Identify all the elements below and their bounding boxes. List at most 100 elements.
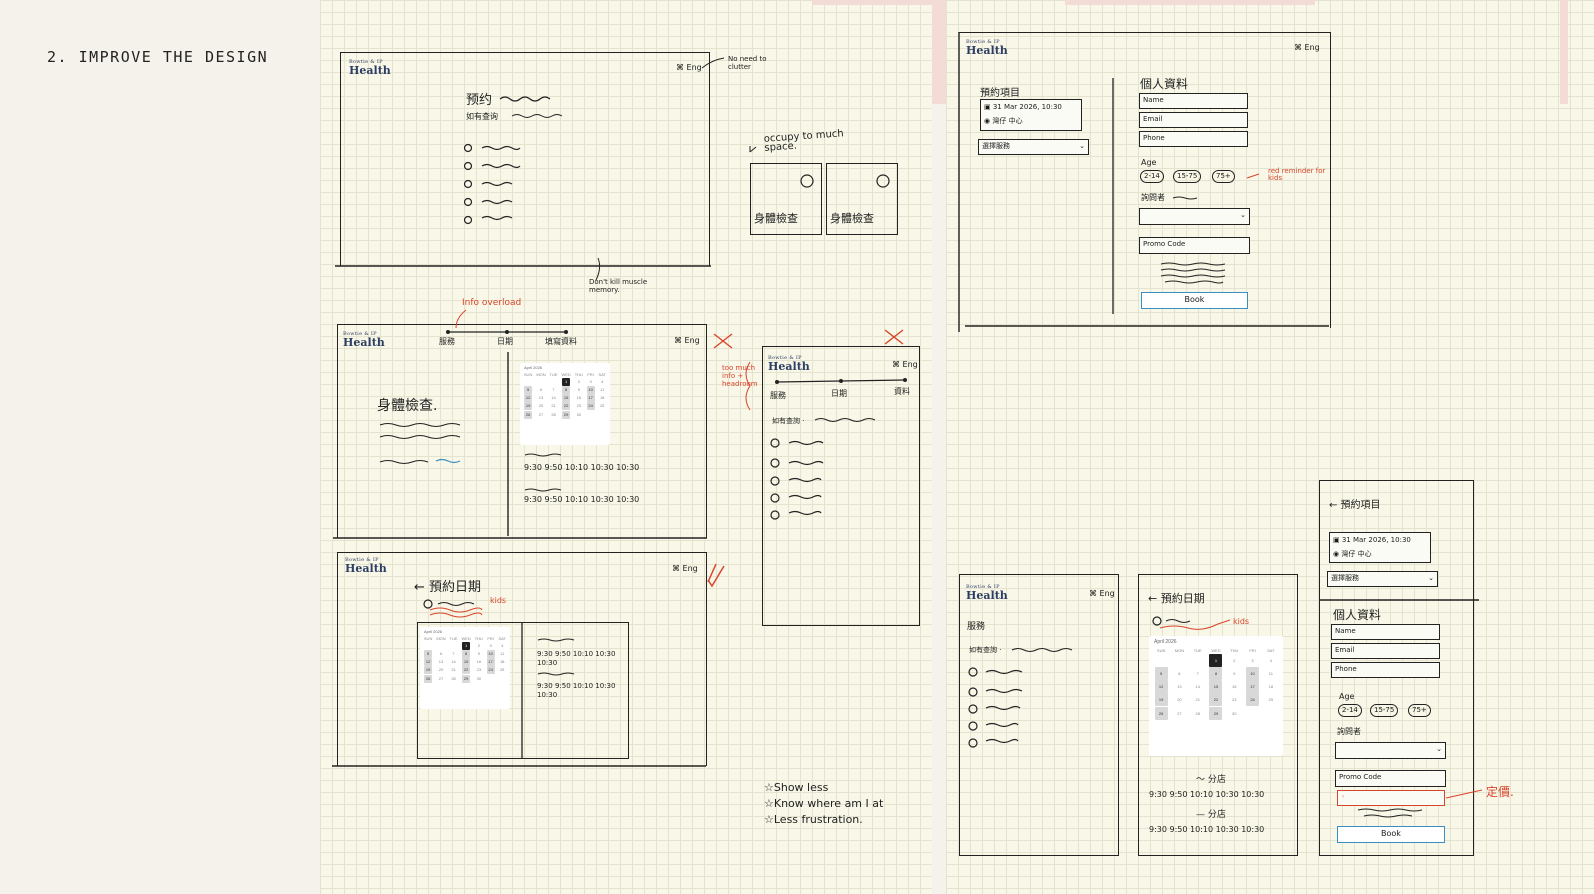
calendar-day[interactable]: 1 xyxy=(459,641,473,650)
calendar-day[interactable]: 15 xyxy=(559,394,573,402)
calendar-day[interactable]: 11 xyxy=(596,386,608,394)
promo-code-field[interactable]: Promo Code xyxy=(1139,237,1250,254)
calendar-day[interactable]: 7 xyxy=(1189,667,1207,680)
calendar-day[interactable]: 26 xyxy=(522,410,534,419)
calendar-day[interactable]: 18 xyxy=(496,658,508,666)
calendar-day[interactable]: 10 xyxy=(485,650,497,658)
calendar-day[interactable]: 29 xyxy=(559,410,573,419)
calendar-day[interactable]: 20 xyxy=(534,402,548,410)
calendar-day[interactable]: 22 xyxy=(1207,693,1225,706)
calendar-day[interactable]: 4 xyxy=(496,641,508,650)
calendar-day[interactable]: 28 xyxy=(548,410,560,419)
calendar-2[interactable]: April 2026 SUN MON TUE WED THU FRI SAT 1 2 3 4 5 6 7 8… xyxy=(520,363,610,445)
calendar-day[interactable]: 2 xyxy=(1225,653,1243,667)
calendar-day[interactable]: 15 xyxy=(459,658,473,666)
calendar-day[interactable]: 23 xyxy=(473,666,485,674)
calendar-day[interactable]: 14 xyxy=(548,394,560,402)
calendar-day[interactable]: 14 xyxy=(1189,680,1207,693)
calendar-day[interactable]: 12 xyxy=(522,394,534,402)
calendar-day[interactable]: 27 xyxy=(534,410,548,419)
calendar-day[interactable]: 4 xyxy=(596,377,608,386)
calendar-day[interactable]: 3 xyxy=(1243,653,1261,667)
phone-field[interactable]: Phone xyxy=(1139,131,1248,147)
calendar-day[interactable]: 12 xyxy=(422,658,434,666)
calendar-day[interactable]: 2 xyxy=(573,377,585,386)
calendar-day[interactable]: 26 xyxy=(422,674,434,683)
calendar-day[interactable]: 13 xyxy=(1170,680,1188,693)
calendar-day[interactable]: 29 xyxy=(459,674,473,683)
calendar-day[interactable]: 19 xyxy=(522,402,534,410)
calendar-day[interactable]: 6 xyxy=(1170,667,1188,680)
calendar-day[interactable]: 4 xyxy=(1262,653,1280,667)
mobile-3-book-button[interactable]: Book xyxy=(1337,826,1445,843)
calendar-day[interactable]: 6 xyxy=(434,650,448,658)
calendar-day[interactable]: 20 xyxy=(434,666,448,674)
calendar-day[interactable]: 19 xyxy=(422,666,434,674)
lang-switch[interactable]: ⌘ Eng xyxy=(676,63,702,72)
mobile-3-age-1[interactable]: 2-14 xyxy=(1338,704,1362,717)
name-field[interactable]: Name xyxy=(1139,93,1248,109)
lang-switch-desktop[interactable]: ⌘ Eng xyxy=(1294,43,1320,52)
calendar-3[interactable]: April 2026 SUN MON TUE WED THU FRI SAT 1 2 3 4 5 6 7 8… xyxy=(420,627,510,709)
calendar-day[interactable]: 16 xyxy=(1225,680,1243,693)
calendar-day[interactable]: 13 xyxy=(434,658,448,666)
calendar-day[interactable]: 14 xyxy=(448,658,460,666)
age-option-1[interactable]: 2-14 xyxy=(1140,170,1164,183)
calendar-day[interactable]: 22 xyxy=(459,666,473,674)
calendar-day[interactable]: 12 xyxy=(1152,680,1170,693)
calendar-day[interactable]: 18 xyxy=(1262,680,1280,693)
calendar-day[interactable]: 7 xyxy=(448,650,460,658)
mobile-3-email[interactable]: Email xyxy=(1331,643,1440,659)
calendar-day[interactable]: 2 xyxy=(473,641,485,650)
calendar-day[interactable]: 25 xyxy=(496,666,508,674)
calendar-day[interactable]: 21 xyxy=(548,402,560,410)
calendar-day[interactable]: 17 xyxy=(1243,680,1261,693)
calendar-day[interactable]: 24 xyxy=(1243,693,1261,706)
lang-switch-m1[interactable]: ⌘ Eng xyxy=(1089,589,1115,598)
calendar-day[interactable]: 21 xyxy=(448,666,460,674)
calendar-day[interactable]: 9 xyxy=(1225,667,1243,680)
calendar-day[interactable]: 24 xyxy=(485,666,497,674)
calendar-day[interactable]: 5 xyxy=(422,650,434,658)
email-field[interactable]: Email xyxy=(1139,112,1248,128)
calendar-day[interactable]: 16 xyxy=(573,394,585,402)
calendar-day[interactable]: 30 xyxy=(473,674,485,683)
calendar-day[interactable]: 22 xyxy=(559,402,573,410)
calendar-day[interactable]: 10 xyxy=(1243,667,1261,680)
calendar-day[interactable]: 3 xyxy=(485,641,497,650)
calendar-day[interactable]: 6 xyxy=(534,386,548,394)
service-select[interactable]: 選擇服務 ⌄ xyxy=(978,139,1089,155)
calendar-day[interactable]: 25 xyxy=(596,402,608,410)
calendar-day[interactable]: 29 xyxy=(1207,706,1225,720)
age-option-2[interactable]: 15-75 xyxy=(1173,170,1202,183)
calendar-day[interactable]: 3 xyxy=(585,377,597,386)
calendar-day[interactable]: 7 xyxy=(548,386,560,394)
calendar-day[interactable]: 24 xyxy=(585,402,597,410)
calendar-day[interactable]: 23 xyxy=(1225,693,1243,706)
calendar-day[interactable]: 27 xyxy=(1170,706,1188,720)
lang-switch-3[interactable]: ⌘ Eng xyxy=(672,564,698,573)
calendar-day[interactable]: 17 xyxy=(585,394,597,402)
book-button[interactable]: Book xyxy=(1141,292,1248,309)
mobile-3-service-select[interactable]: 選擇服務 ⌄ xyxy=(1327,571,1438,587)
calendar-day[interactable]: 18 xyxy=(596,394,608,402)
calendar-day[interactable]: 8 xyxy=(459,650,473,658)
question-select[interactable]: ⌄ xyxy=(1139,208,1250,225)
mobile-3-age-2[interactable]: 15-75 xyxy=(1370,704,1399,717)
calendar-day[interactable]: 28 xyxy=(448,674,460,683)
mobile-3-question-select[interactable]: ⌄ xyxy=(1335,742,1446,759)
calendar-day[interactable]: 9 xyxy=(573,386,585,394)
calendar-day[interactable]: 15 xyxy=(1207,680,1225,693)
calendar-day[interactable]: 23 xyxy=(573,402,585,410)
calendar-day[interactable]: 27 xyxy=(434,674,448,683)
calendar-day[interactable]: 30 xyxy=(573,410,585,419)
calendar-day[interactable]: 11 xyxy=(1262,667,1280,680)
calendar-day[interactable]: 20 xyxy=(1170,693,1188,706)
mobile-3-name[interactable]: Name xyxy=(1331,624,1440,640)
calendar-day[interactable]: 26 xyxy=(1152,706,1170,720)
calendar-day[interactable]: 8 xyxy=(1207,667,1225,680)
calendar-mobile[interactable]: April 2026 SUN MON TUE WED THU FRI SAT 1 2 3 4 5 6 7 8… xyxy=(1149,636,1283,756)
calendar-day[interactable]: 1 xyxy=(559,377,573,386)
calendar-day[interactable]: 13 xyxy=(534,394,548,402)
calendar-day[interactable]: 16 xyxy=(473,658,485,666)
